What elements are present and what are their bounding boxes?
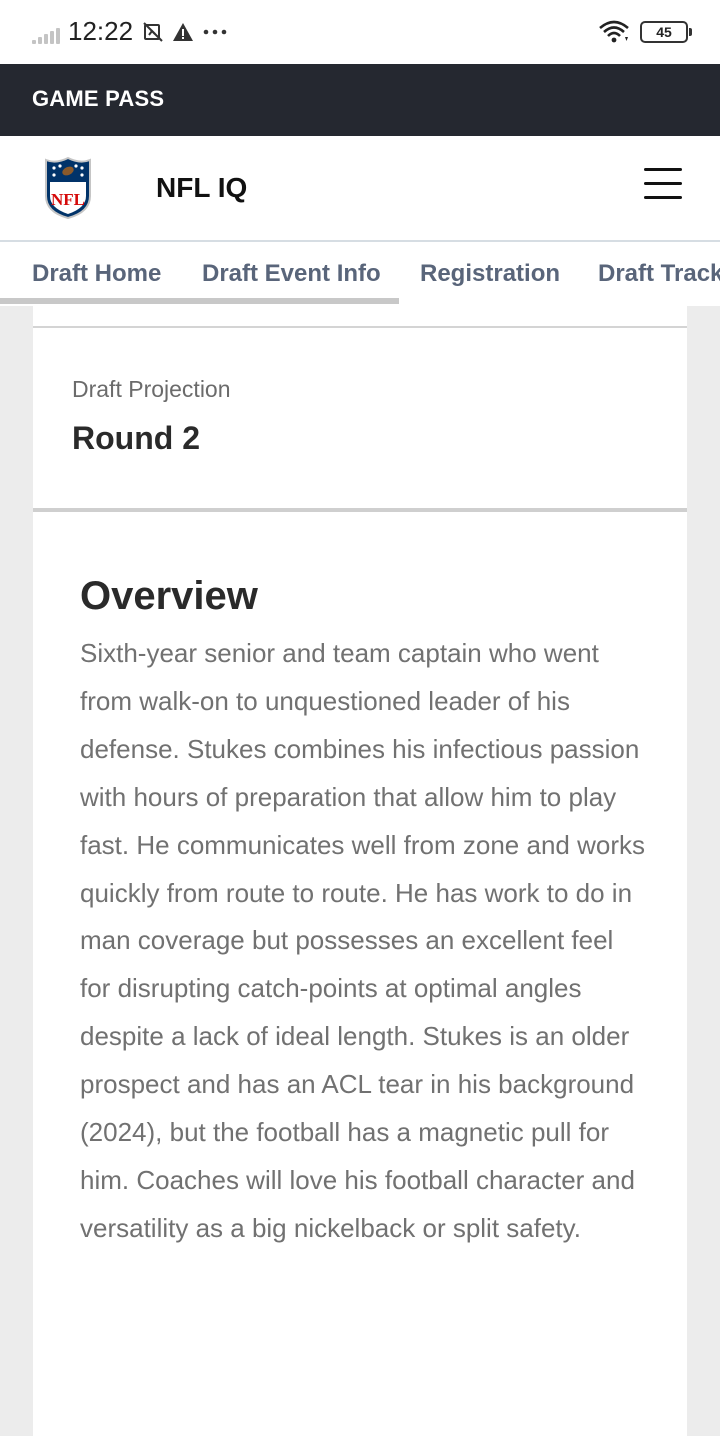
signal-icon <box>32 28 60 44</box>
overview-card: Overview Sixth-year senior and team capt… <box>33 512 687 1436</box>
warning-icon <box>173 23 193 41</box>
draft-projection-value: Round 2 <box>72 420 200 456</box>
tab-draft-home[interactable]: Draft Home <box>32 260 161 288</box>
nfl-logo-text: NFL <box>51 190 85 209</box>
draft-projection-card: Draft Projection Round 2 <box>33 328 687 512</box>
draft-tab-bar: Draft Home Draft Event Info Registration… <box>0 242 720 306</box>
status-bar: 12:22 45 <box>0 0 720 64</box>
tab-active-indicator <box>0 298 399 304</box>
previous-card-edge <box>33 306 687 328</box>
site-header: NFL NFL IQ <box>0 136 720 242</box>
wifi-icon <box>599 20 629 43</box>
status-time: 12:22 <box>68 16 134 46</box>
site-title[interactable]: NFL IQ <box>156 172 247 204</box>
more-dots-icon <box>203 29 227 35</box>
battery-icon: 45 <box>640 21 692 43</box>
game-pass-bar: GAME PASS <box>0 64 720 136</box>
overview-text: Sixth-year senior and team captain who w… <box>80 638 645 1243</box>
nfl-logo[interactable]: NFL <box>42 156 94 220</box>
screenshot-icon <box>143 22 163 42</box>
battery-level: 45 <box>656 24 672 40</box>
draft-projection-label: Draft Projection <box>72 376 231 402</box>
tab-registration[interactable]: Registration <box>420 260 560 288</box>
tab-draft-event-info[interactable]: Draft Event Info <box>202 260 381 288</box>
tab-draft-tracker[interactable]: Draft Track <box>598 260 720 288</box>
game-pass-link[interactable]: GAME PASS <box>32 86 164 112</box>
overview-title: Overview <box>80 574 258 618</box>
hamburger-menu-icon[interactable] <box>644 166 684 200</box>
